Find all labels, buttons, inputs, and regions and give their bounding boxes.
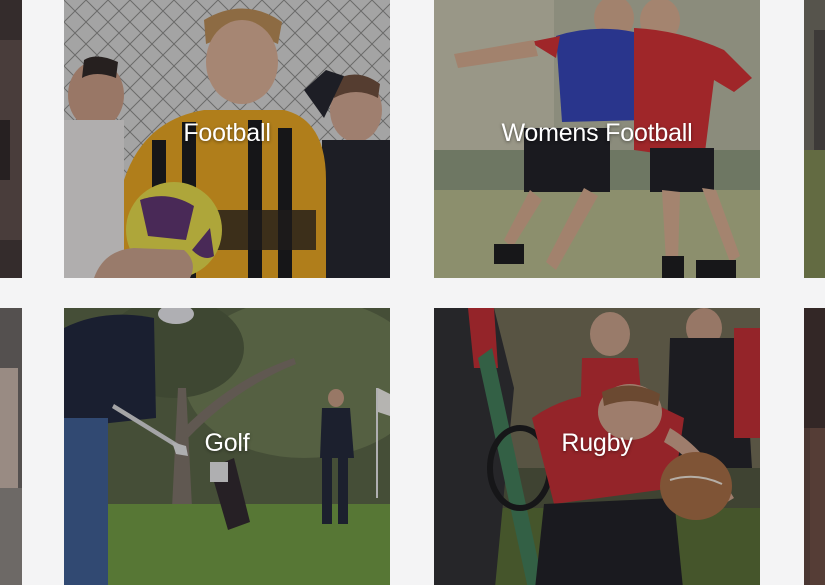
- tile-overlay: [804, 0, 825, 278]
- tile-partial-left-bottom[interactable]: [0, 308, 22, 585]
- tile-label-football: Football: [183, 119, 271, 147]
- tile-partial-right-top[interactable]: [804, 0, 825, 278]
- sports-grid: Football Womens Football Golf Rugby: [0, 0, 825, 585]
- tile-football[interactable]: Football: [64, 0, 390, 278]
- tile-label-golf: Golf: [204, 429, 250, 457]
- tile-womens-football[interactable]: Womens Football: [434, 0, 760, 278]
- tile-label-rugby: Rugby: [561, 429, 633, 457]
- tile-label-womens-football: Womens Football: [501, 119, 693, 147]
- tile-partial-left-top[interactable]: [0, 0, 22, 278]
- tile-golf[interactable]: Golf: [64, 308, 390, 585]
- tile-overlay: [0, 0, 22, 278]
- tile-rugby[interactable]: Rugby: [434, 308, 760, 585]
- tile-partial-right-bottom[interactable]: [804, 308, 825, 585]
- tile-overlay: [0, 308, 22, 585]
- tile-overlay: [804, 308, 825, 585]
